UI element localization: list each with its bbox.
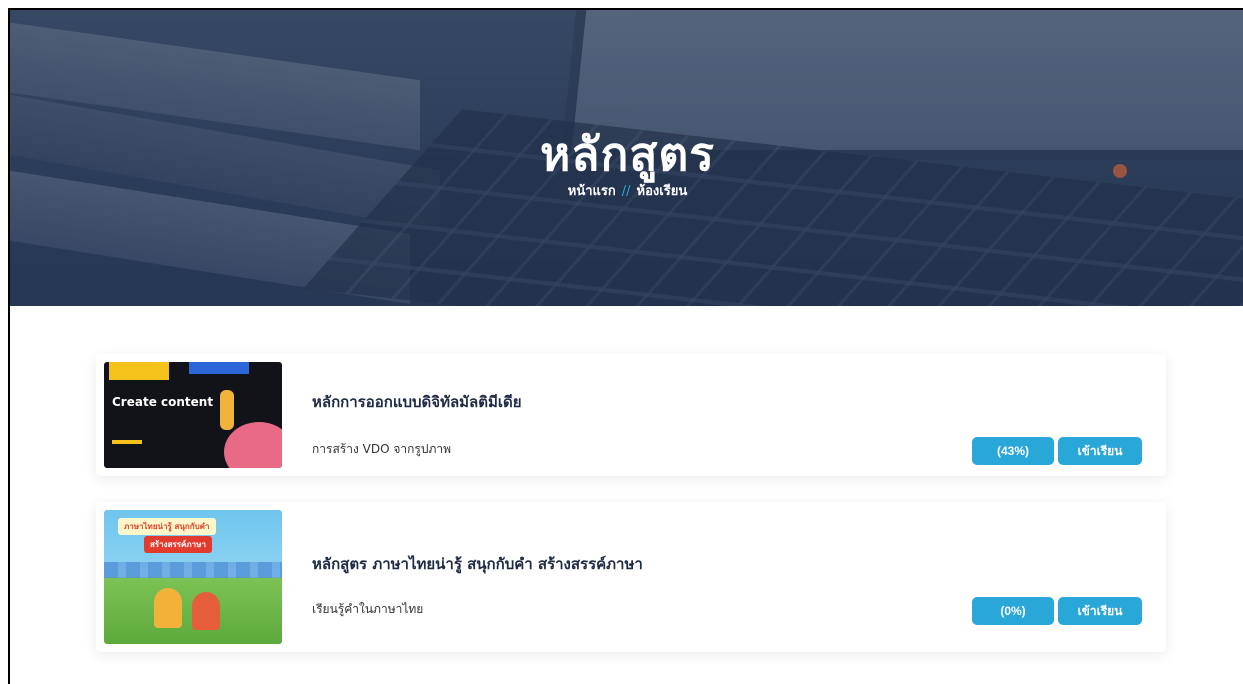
course-card: ภาษาไทยน่ารู้ สนุกกับคำ สร้างสรรค์ภาษา ห… bbox=[96, 502, 1166, 652]
thumbnail-subtitle: สร้างสรรค์ภาษา bbox=[144, 536, 212, 553]
course-thumbnail[interactable]: Create content bbox=[104, 362, 282, 468]
hero-banner: หลักสูตร หน้าแรก//ห้องเรียน bbox=[10, 10, 1243, 306]
thumbnail-title: Create content bbox=[112, 395, 214, 409]
thumbnail-shape bbox=[112, 440, 142, 444]
progress-button[interactable]: (0%) bbox=[972, 597, 1054, 625]
breadcrumb-current: ห้องเรียน bbox=[636, 184, 688, 199]
thumbnail-shape bbox=[224, 422, 282, 468]
thumbnail-title: ภาษาไทยน่ารู้ สนุกกับคำ bbox=[118, 518, 216, 535]
thumbnail-illustration bbox=[220, 390, 234, 430]
thumbnail-shape bbox=[109, 362, 169, 380]
thumbnail-illustration bbox=[104, 562, 282, 578]
breadcrumb: หน้าแรก // ห้องเรียน bbox=[10, 180, 1243, 201]
enter-class-button[interactable]: เข้าเรียน bbox=[1058, 597, 1142, 625]
course-title[interactable]: หลักสูตร ภาษาไทยน่ารู้ สนุกกับคำ สร้างสร… bbox=[312, 552, 643, 576]
progress-button[interactable]: (43%) bbox=[972, 437, 1054, 465]
course-subtitle: การสร้าง VDO จากรูปภาพ bbox=[312, 442, 451, 456]
page-frame: หลักสูตร หน้าแรก//ห้องเรียน Create conte… bbox=[8, 8, 1243, 684]
course-card: Create content หลักการออกแบบดิจิทัลมัลติ… bbox=[96, 354, 1166, 476]
thumbnail-illustration bbox=[192, 592, 220, 630]
thumbnail-illustration bbox=[154, 588, 182, 628]
enter-class-button[interactable]: เข้าเรียน bbox=[1058, 437, 1142, 465]
thumbnail-shape bbox=[189, 362, 249, 374]
course-thumbnail[interactable]: ภาษาไทยน่ารู้ สนุกกับคำ สร้างสรรค์ภาษา bbox=[104, 510, 282, 644]
breadcrumb-home-link[interactable]: หน้าแรก bbox=[568, 184, 616, 199]
course-subtitle: เรียนรู้คำในภาษาไทย bbox=[312, 602, 424, 616]
course-title[interactable]: หลักการออกแบบดิจิทัลมัลติมีเดีย bbox=[312, 390, 522, 414]
breadcrumb-separator: // bbox=[621, 184, 631, 199]
